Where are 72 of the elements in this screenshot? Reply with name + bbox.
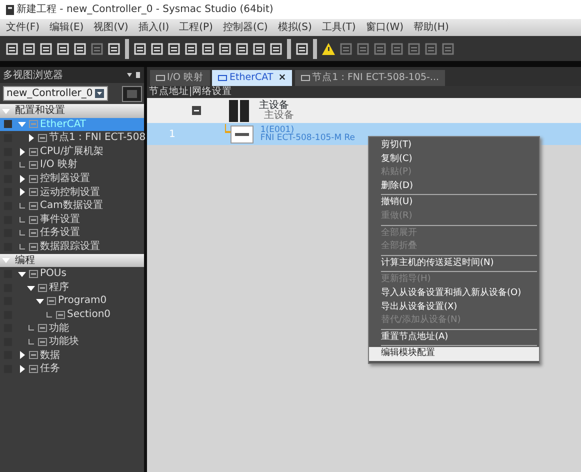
tree-item[interactable]: 数据跟踪设置 [38,240,102,254]
expander-icon[interactable] [27,284,35,292]
tree-item[interactable]: 任务设置 [38,226,82,240]
tree-item[interactable]: 任务 [38,362,62,376]
menu-item[interactable]: 撤销(U) [369,196,539,210]
menu-item[interactable]: 重置节点地址(A) [369,330,539,344]
node-address: 1(E001) [260,126,294,134]
tree-item[interactable]: Program0 [56,294,109,308]
tree-item[interactable]: 程序 [47,280,71,294]
tree-item[interactable]: 功能 [47,322,71,336]
controller-dropdown[interactable]: new_Controller_0 [2,86,108,101]
device-sublabel: 主设备 [263,110,294,120]
branch-icon [45,310,53,319]
section-header[interactable]: 编程 [13,254,37,268]
tree-item[interactable]: POUs [38,267,68,281]
expander-icon[interactable] [18,365,26,374]
tree-item[interactable]: 控制器设置 [38,172,92,186]
tab[interactable]: EtherCAT × [212,70,292,86]
device-name: FNI ECT-508-105-M Re [260,134,355,142]
branch-icon [18,161,26,170]
device-label: 主设备 [259,100,289,110]
tab-icon [218,74,227,82]
expander-icon[interactable] [18,270,26,278]
controller-icon[interactable] [122,86,142,102]
warning-icon[interactable] [322,42,335,54]
expander-icon[interactable] [18,351,26,360]
menu-item[interactable]: 编辑(E) [50,20,84,35]
tab-icon [300,74,310,82]
close-icon[interactable]: × [278,70,286,86]
tree-item[interactable]: CPU/扩展机架 [38,144,106,158]
tree-item[interactable]: 数据 [38,348,62,362]
menu-item[interactable]: 导入从设备设置和插入新从设备(O) [369,286,539,301]
menu-item[interactable]: 导出从设备设置(X) [369,300,539,314]
tree-item[interactable]: Cam数据设置 [38,199,105,213]
tree-item[interactable]: 节点1 : FNI ECT-508 [47,131,148,145]
menu-item[interactable]: 文件(F) [6,20,40,35]
expander-icon[interactable] [27,134,35,142]
window-title: 新建工程 - new_Controller_0 - Sysmac Studio (64bit) [16,2,274,17]
tab-icon [156,74,164,82]
menu-item[interactable]: 窗口(W) [366,20,404,35]
app-icon [6,4,14,14]
tree-item[interactable]: 事件设置 [38,212,82,226]
pin-icon[interactable] [127,72,141,78]
menu-item[interactable]: 视图(V) [94,20,128,35]
expander-icon[interactable] [18,148,26,156]
menu-item[interactable]: 帮助(H) [414,20,449,35]
collapse-icon[interactable] [192,106,201,115]
menu-item[interactable]: 删除(D) [369,180,539,194]
caret-icon [95,89,104,98]
row-marker [4,120,12,128]
menu-item[interactable]: 编辑模块配置 [369,347,539,361]
menu-item[interactable]: 工具(T) [322,20,356,35]
tree-item[interactable]: 运动控制设置 [38,186,102,200]
panel-title: 多视图浏览器 [3,68,63,82]
menu-item[interactable]: 计算主机的传送延迟时间(N) [369,256,539,270]
menu-item[interactable]: 模拟(S) [278,20,312,35]
menu-item[interactable]: 控制器(C) [222,20,268,35]
panel-header: 节点地址|网络设置 [147,86,581,98]
master-device-icon [229,100,249,122]
tree-item[interactable]: I/O 映射 [38,158,80,172]
expander-icon[interactable] [18,174,26,183]
expander-icon[interactable] [18,188,26,196]
tab[interactable]: I/O 映射 [150,70,210,86]
menu-item[interactable]: 插入(I) [138,20,170,35]
tree-item[interactable]: 功能块 [47,335,81,349]
menu-item[interactable]: 工程(P) [179,20,213,35]
menu-item[interactable]: 复制(C) [369,152,539,166]
row-index: 1 [169,128,176,142]
tab[interactable]: 节点1 : FNI ECT-508-105-... [294,70,446,86]
tree-item[interactable]: Section0 [65,308,113,322]
slave-device-icon [225,124,256,144]
expander-icon[interactable] [36,297,44,306]
